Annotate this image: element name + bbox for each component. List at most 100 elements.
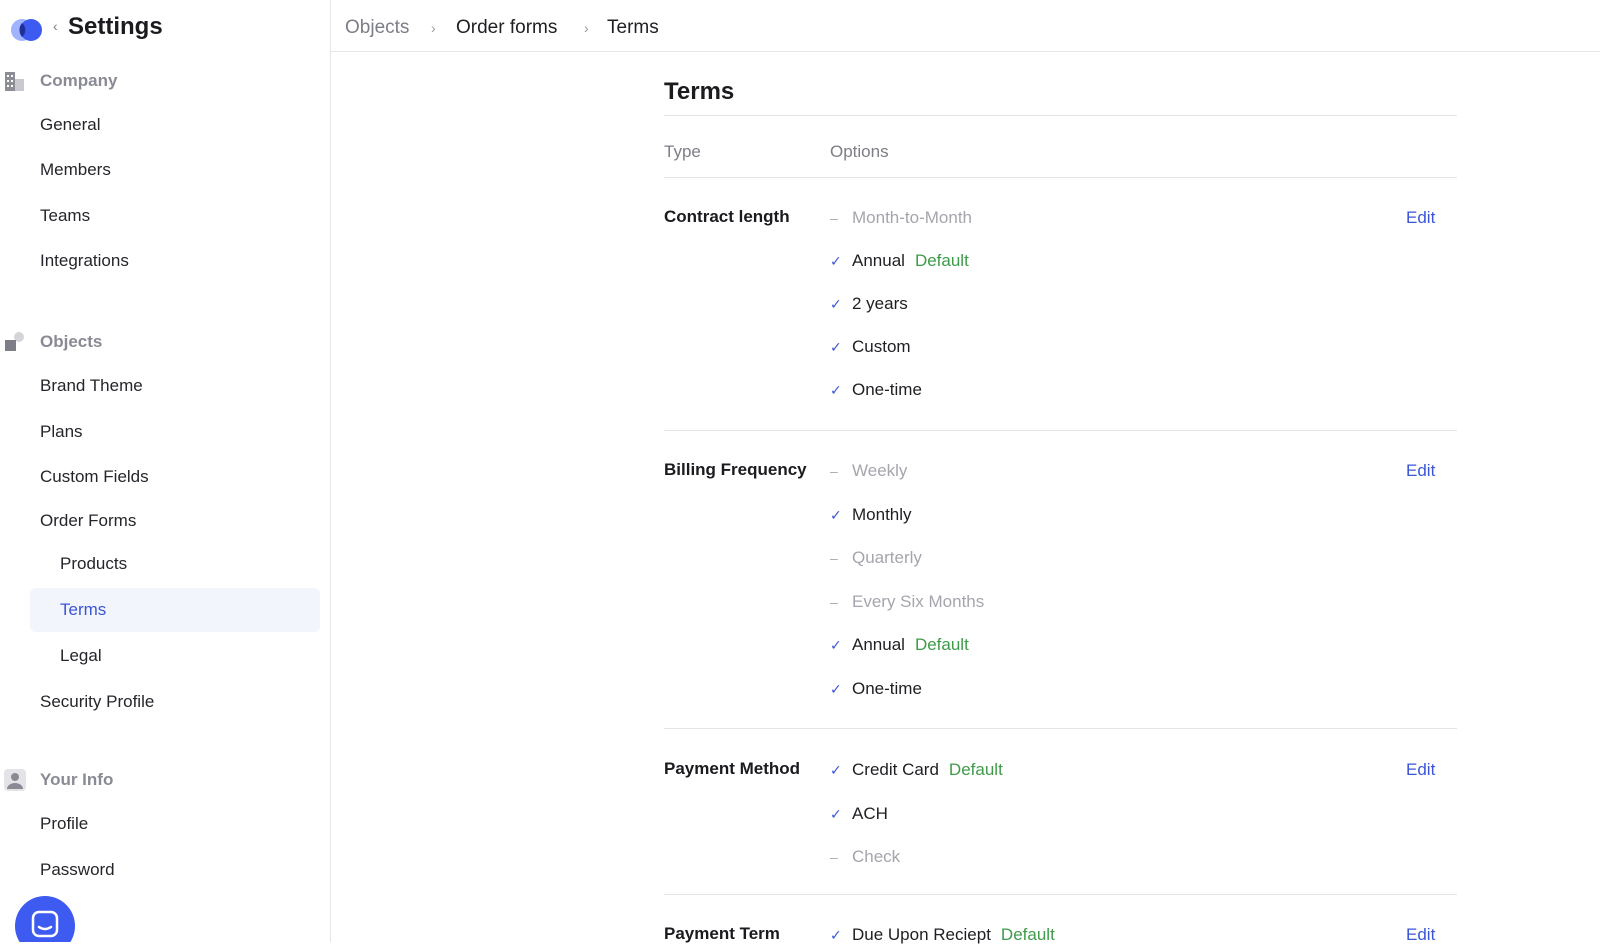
term-option: ✓ ACH [830,804,888,828]
section-header-your-info: Your Info [0,764,330,794]
app-logo-icon[interactable] [10,17,44,43]
term-option-label: 2 years [852,294,908,313]
dash-icon: – [830,463,838,479]
term-option: ✓ Custom [830,337,911,361]
sidebar-item-label: Terms [60,600,107,619]
user-icon [4,769,26,791]
sidebar-item-label: Members [40,160,111,179]
edit-payment-term-button[interactable]: Edit [1406,925,1435,945]
divider [664,728,1457,729]
term-option: – Weekly [830,461,907,485]
term-option: ✓ Annual Default [830,635,969,659]
term-option-label: Month-to-Month [852,208,972,227]
term-type-contract-length: Contract length [664,207,790,226]
sidebar-item-label: Brand Theme [40,376,143,395]
term-option: ✓ One-time [830,679,922,703]
sidebar-item-security-profile[interactable]: Security Profile [30,680,320,724]
term-option-label: Credit Card [852,760,939,779]
term-option-label: Annual [852,635,905,654]
divider [664,115,1457,116]
sidebar-item-legal[interactable]: Legal [30,634,320,678]
term-type-billing-frequency: Billing Frequency [664,460,807,479]
check-icon: ✓ [830,382,842,398]
default-badge: Default [1000,925,1055,944]
term-option: ✓ 2 years [830,294,908,318]
dash-icon: – [830,849,838,865]
section-label: Objects [40,332,103,351]
building-icon [5,72,24,91]
term-option-label: ACH [852,803,888,823]
breadcrumb-order-forms[interactable]: Order forms [456,17,557,39]
term-option: – Month-to-Month [830,208,972,232]
dash-icon: – [830,210,838,226]
divider [664,177,1457,178]
sidebar-item-integrations[interactable]: Integrations [30,239,320,283]
breadcrumb-objects[interactable]: Objects [345,17,409,39]
chevron-right-icon: › [584,20,589,36]
dash-icon: – [830,550,838,566]
sidebar-item-label: Integrations [40,251,129,270]
term-option-label: Quarterly [852,548,922,567]
back-chevron-icon[interactable]: ‹ [53,18,58,34]
sidebar-item-products[interactable]: Products [30,542,320,586]
term-option: – Every Six Months [830,592,984,616]
chat-icon [31,910,59,938]
sidebar-item-label: Security Profile [40,692,155,711]
term-option: ✓ Credit Card Default [830,760,1003,784]
check-icon: ✓ [830,805,842,822]
sidebar-item-brand-theme[interactable]: Brand Theme [30,364,320,408]
page-title: Terms [664,78,735,105]
settings-sidebar: ‹ Settings Company General Members Teams… [0,0,331,942]
term-option: ✓ Annual Default [830,251,969,275]
term-option: – Check [830,847,900,871]
default-badge: Default [914,251,969,270]
breadcrumb: Objects › Order forms › Terms [331,0,1600,52]
check-icon: ✓ [830,680,842,697]
sidebar-item-label: Password [40,860,115,879]
term-option: ✓ Due Upon Reciept Default [830,925,1055,949]
chevron-right-icon: › [431,20,436,36]
check-icon: ✓ [830,927,842,943]
term-option-label: Annual [852,251,905,270]
column-header-type: Type [664,142,701,161]
default-badge: Default [914,635,969,654]
sidebar-item-label: Legal [60,646,102,665]
check-icon: ✓ [830,506,842,523]
edit-payment-method-button[interactable]: Edit [1406,760,1435,780]
term-option: ✓ Monthly [830,505,912,529]
default-badge: Default [948,760,1003,779]
sidebar-item-teams[interactable]: Teams [30,194,320,238]
term-type-payment-method: Payment Method [664,759,801,778]
section-label: Your Info [40,770,114,789]
objects-icon [5,332,24,351]
sidebar-item-label: Custom Fields [40,467,149,486]
sidebar-item-custom-fields[interactable]: Custom Fields [30,455,320,499]
divider [664,894,1457,895]
sidebar-item-label: Teams [40,206,91,225]
sidebar-item-label: Plans [40,422,83,441]
section-label: Company [40,71,118,90]
sidebar-item-label: General [40,115,101,134]
sidebar-item-label: Profile [40,814,89,833]
sidebar-item-password[interactable]: Password [30,848,320,892]
sidebar-item-plans[interactable]: Plans [30,410,320,454]
term-option-label: Custom [852,337,911,356]
section-header-objects: Objects [0,326,330,356]
check-icon: ✓ [830,637,842,653]
term-option-label: Due Upon Reciept [852,925,991,944]
sidebar-item-order-forms[interactable]: Order Forms [30,499,320,543]
sidebar-item-general[interactable]: General [30,103,320,147]
divider [664,430,1457,431]
term-option-label: Every Six Months [852,591,985,611]
sidebar-item-members[interactable]: Members [30,148,320,192]
check-icon: ✓ [830,339,842,355]
edit-contract-length-button[interactable]: Edit [1406,208,1435,228]
sidebar-item-terms[interactable]: Terms [30,588,320,632]
dash-icon: – [830,593,838,610]
sidebar-item-profile[interactable]: Profile [30,802,320,846]
chat-launcher-button[interactable] [15,896,75,942]
term-option-label: Weekly [852,461,908,480]
edit-billing-frequency-button[interactable]: Edit [1406,461,1435,481]
term-option-label: One-time [852,678,922,698]
section-header-company: Company [0,65,330,95]
